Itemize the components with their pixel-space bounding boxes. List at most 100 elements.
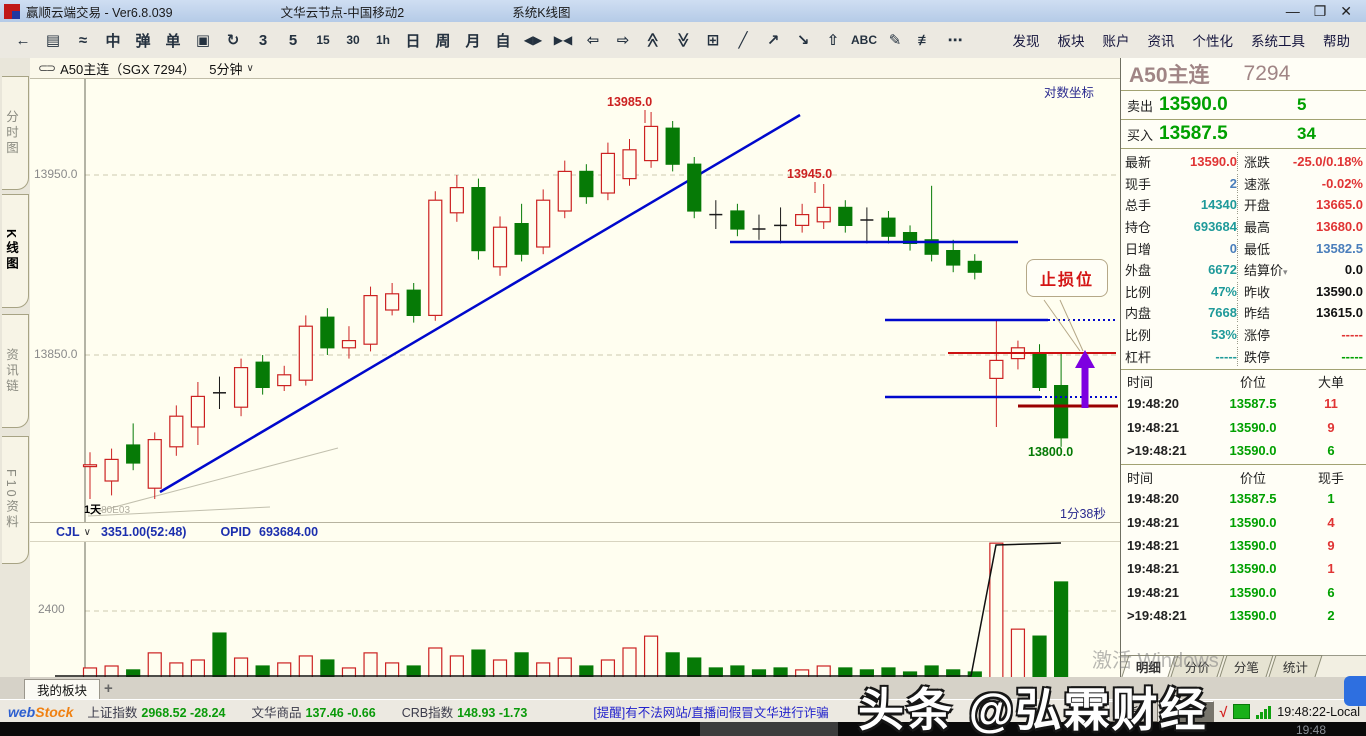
main-chart-canvas[interactable]: 13950.0 13850.0 13985.0 13945.0 13800.0 … — [30, 79, 1120, 522]
period-5min-button[interactable]: 5 — [280, 27, 306, 53]
period-week-button[interactable]: 周 — [430, 27, 456, 53]
bid-row[interactable]: 买入 13587.5 34 — [1121, 120, 1366, 149]
stat-value: -0.02% — [1289, 176, 1363, 191]
pan-left-icon[interactable]: ⇦ — [580, 27, 606, 53]
menu-discover[interactable]: 发现 — [1013, 30, 1040, 50]
chart-symbol-label[interactable]: A50主连（SGX 7294） — [60, 59, 195, 78]
stat-value: ----- — [1289, 327, 1363, 342]
quote-board-icon[interactable]: ▤ — [40, 27, 66, 53]
stat-label: 开盘 — [1237, 195, 1289, 214]
stat-label: 比例 — [1125, 282, 1161, 301]
more-tools-icon[interactable]: ⋯ — [942, 27, 968, 53]
side-tab-news[interactable]: 资讯链 — [2, 314, 29, 428]
trend-line-icon[interactable]: ≈ — [70, 27, 96, 53]
save-icon[interactable]: ▣ — [190, 27, 216, 53]
opid-value: 693684.00 — [259, 525, 318, 539]
menu-help[interactable]: 帮助 — [1323, 30, 1350, 50]
stat-label: 涨跌 — [1237, 152, 1289, 171]
stat-value: 2 — [1161, 176, 1237, 191]
page-down-icon[interactable]: ≪ — [670, 27, 696, 53]
arrow-draw-icon[interactable]: ↘ — [790, 27, 816, 53]
quote-stat-row: 持仓693684最高13680.0 — [1121, 216, 1366, 238]
floating-badge[interactable] — [1344, 676, 1366, 706]
indicator-name[interactable]: CJL — [56, 525, 80, 539]
indicator-settings-icon[interactable]: ≢ — [912, 27, 938, 53]
side-tab-f10[interactable]: F10资料 — [2, 436, 29, 564]
pan-right-icon[interactable]: ⇨ — [610, 27, 636, 53]
stat-value: -25.0/0.18% — [1289, 154, 1363, 169]
stat-value: 0 — [1161, 241, 1237, 256]
period-day-button[interactable]: 日 — [400, 27, 426, 53]
trend-draw-icon[interactable]: ↗ — [760, 27, 786, 53]
link-icon: ⊂⊃ — [38, 61, 54, 75]
stat-label: 外盘 — [1125, 260, 1161, 279]
stat-value: 13590.0 — [1161, 154, 1237, 169]
popup-quote-icon[interactable]: 弹 — [130, 27, 156, 53]
text-label-icon[interactable]: ABC — [850, 27, 878, 53]
tick-chart-icon[interactable]: 中 — [100, 27, 126, 53]
chart-period-label[interactable]: 5分钟 — [209, 59, 242, 78]
menu-news[interactable]: 资讯 — [1148, 30, 1175, 50]
quote-stats-grid: 最新13590.0涨跌-25.0/0.18%现手2速涨-0.02%总手14340… — [1121, 149, 1366, 370]
index-quote: 上证指数2968.52 -28.24 — [87, 702, 225, 721]
panel-tab-2[interactable]: 分笔 — [1219, 655, 1273, 677]
menu-account[interactable]: 账户 — [1103, 30, 1130, 50]
order-ticket-icon[interactable]: 单 — [160, 27, 186, 53]
compress-bars-icon[interactable]: ◀▶ — [520, 27, 546, 53]
split-window-icon[interactable]: ⊞ — [700, 27, 726, 53]
restore-button[interactable]: ❐ — [1314, 3, 1327, 20]
toolbar-icons: ←▤≈中弹单▣↻3515301h日周月自◀▶▶◀⇦⇨≪≪⊞╱↗↘⇧ABC✎≢⋯ — [0, 27, 968, 53]
page-up-icon[interactable]: ≪ — [640, 27, 666, 53]
y-axis-tick-13950: 13950.0 — [34, 167, 77, 181]
x-axis-day-label: 1天80E03 — [84, 501, 130, 517]
period-15min-button[interactable]: 15 — [310, 27, 336, 53]
expand-bars-icon[interactable]: ▶◀ — [550, 27, 576, 53]
stat-label: 速涨 — [1237, 174, 1289, 193]
chevron-down-icon[interactable]: ∨ — [246, 63, 253, 74]
stat-label: 内盘 — [1125, 303, 1161, 322]
minimize-button[interactable]: — — [1286, 3, 1300, 20]
chevron-down-icon[interactable]: ∨ — [84, 527, 91, 538]
chevron-down-icon[interactable]: ▾ — [1283, 267, 1288, 277]
refresh-icon[interactable]: ↻ — [220, 27, 246, 53]
menu-system-tools[interactable]: 系统工具 — [1251, 30, 1305, 50]
main-menu: 发现板块账户资讯个性化系统工具帮助 — [1013, 30, 1366, 50]
side-tab-time-chart[interactable]: 分时图 — [2, 76, 29, 190]
period-3min-button[interactable]: 3 — [250, 27, 276, 53]
ask-row[interactable]: 卖出 13590.0 5 — [1121, 91, 1366, 120]
stat-label: 日增 — [1125, 239, 1161, 258]
app-title: 赢顺云端交易 - Ver6.8.039 — [26, 2, 173, 21]
close-button[interactable]: ✕ — [1340, 3, 1352, 20]
volume-chart-canvas[interactable]: 2400 — [30, 542, 1120, 680]
quote-stat-row: 内盘7668昨结13615.0 — [1121, 302, 1366, 324]
eraser-icon[interactable]: ✎ — [882, 27, 908, 53]
chart-header[interactable]: ⊂⊃ A50主连（SGX 7294） 5分钟 ∨ — [30, 58, 1120, 79]
scam-alert-text: [提醒]有不法网站/直播间假冒文华进行诈骗 — [593, 702, 828, 721]
side-tab-kline[interactable]: K线图 — [2, 194, 29, 308]
menu-board[interactable]: 板块 — [1058, 30, 1085, 50]
back-icon[interactable]: ← — [10, 27, 36, 53]
stat-label: 比例 — [1125, 325, 1161, 344]
quote-panel-header: A50主连 7294 — [1121, 58, 1366, 91]
period-1h-button[interactable]: 1h — [370, 27, 396, 53]
segment-line-icon[interactable]: ╱ — [730, 27, 756, 53]
bid-qty: 34 — [1297, 124, 1316, 144]
trade-row: 19:48:2113590.09 — [1121, 534, 1366, 557]
stat-value: 13680.0 — [1289, 219, 1363, 234]
stat-value: 13615.0 — [1289, 305, 1363, 320]
panel-tab-3[interactable]: 统计 — [1268, 655, 1322, 677]
stat-label: 现手 — [1125, 174, 1161, 193]
board-tab-my[interactable]: 我的板块 — [24, 679, 100, 699]
menu-personalize[interactable]: 个性化 — [1193, 30, 1234, 50]
period-month-button[interactable]: 月 — [460, 27, 486, 53]
add-board-button[interactable]: + — [104, 680, 113, 697]
hollow-arrow-icon[interactable]: ⇧ — [820, 27, 846, 53]
taskbar-clock: 19:48 — [1296, 723, 1326, 736]
indicator-header[interactable]: CJL ∨ 3351.00(52:48) OPID 693684.00 — [30, 522, 1120, 542]
mid-price-annotation: 13945.0 — [787, 167, 832, 181]
period-30min-button[interactable]: 30 — [340, 27, 366, 53]
app-logo-icon — [4, 4, 20, 19]
period-custom-button[interactable]: 自 — [490, 27, 516, 53]
taskbar-button[interactable] — [700, 722, 838, 736]
brand-watermark: 头条 @弘霖财经 — [858, 674, 1208, 736]
